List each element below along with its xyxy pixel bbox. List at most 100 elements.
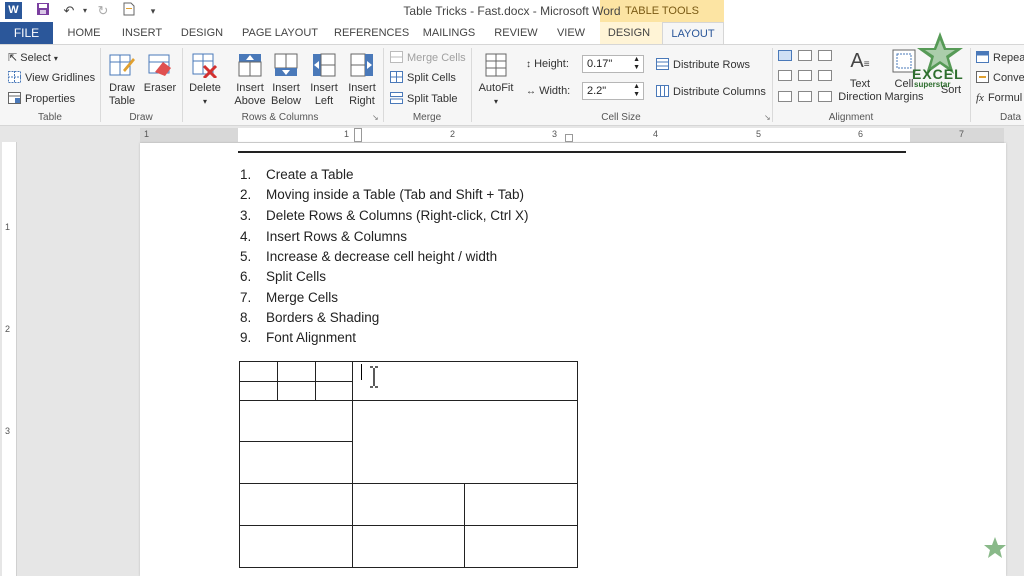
table-cell-active[interactable]: [352, 361, 578, 401]
ruler-number: 1: [144, 129, 150, 139]
merge-cells-button[interactable]: Merge Cells: [390, 51, 466, 64]
table-cell[interactable]: [352, 483, 465, 526]
table-cell[interactable]: [464, 525, 578, 568]
align-top-left-icon[interactable]: [778, 50, 792, 61]
split-table-icon: [390, 92, 403, 104]
distribute-rows-icon: [656, 58, 669, 70]
autofit-button[interactable]: AutoFit ▾: [476, 52, 516, 108]
text-direction-icon: A≡: [850, 50, 870, 72]
group-separator: [471, 48, 472, 122]
table-cell[interactable]: [239, 441, 353, 484]
convert-to-text-button[interactable]: Conver: [976, 71, 1024, 84]
list-item: 7. Merge Cells: [240, 290, 338, 305]
group-label-alignment: Alignment: [828, 112, 874, 123]
group-separator: [182, 48, 183, 122]
chevron-down-icon: ▾: [493, 97, 498, 106]
tab-references[interactable]: REFERENCES: [334, 22, 409, 44]
align-bottom-left-icon[interactable]: [778, 91, 792, 102]
formula-button[interactable]: fx Formul: [976, 92, 1022, 104]
group-label-cell-size: Cell Size: [601, 112, 641, 123]
text-caret: [361, 364, 362, 380]
group-label-draw: Draw: [129, 112, 153, 123]
insert-above-button[interactable]: Insert Above: [232, 52, 268, 108]
align-center-icon[interactable]: [798, 70, 812, 81]
list-item: 3. Delete Rows & Columns (Right-click, Ct…: [240, 208, 529, 223]
ruler-right-margin: [910, 128, 1004, 142]
group-separator: [772, 48, 773, 122]
align-bottom-center-icon[interactable]: [798, 91, 812, 102]
properties-icon: [8, 92, 21, 104]
group-label-table: Table: [38, 112, 62, 123]
ruler-number: 7: [959, 129, 965, 139]
distribute-columns-icon: [656, 85, 669, 97]
column-marker[interactable]: [354, 128, 362, 142]
list-item: 6. Split Cells: [240, 269, 326, 284]
height-value: 0.17": [587, 58, 613, 70]
table-cell[interactable]: [352, 525, 465, 568]
list-number: 1.: [240, 167, 252, 182]
align-top-right-icon[interactable]: [818, 50, 832, 61]
tab-page-layout[interactable]: PAGE LAYOUT: [240, 22, 320, 44]
table-cell[interactable]: [277, 361, 316, 382]
insert-right-label-1: Insert: [348, 82, 376, 94]
watermark-logo-icon: [982, 536, 1008, 562]
eraser-button[interactable]: Eraser: [142, 52, 178, 95]
align-bottom-right-icon[interactable]: [818, 91, 832, 102]
tab-table-layout[interactable]: LAYOUT: [662, 22, 724, 45]
column-marker[interactable]: [565, 134, 573, 142]
tab-insert[interactable]: INSERT: [118, 22, 166, 44]
repeat-header-rows-button[interactable]: Repeat: [976, 51, 1024, 64]
eraser-icon: [147, 52, 173, 78]
align-top-center-icon[interactable]: [798, 50, 812, 61]
table-cell[interactable]: [239, 525, 353, 568]
table-cell[interactable]: [352, 400, 578, 484]
split-table-button[interactable]: Split Table: [390, 92, 458, 105]
list-item: 8. Borders & Shading: [240, 310, 379, 325]
table-cell[interactable]: [315, 361, 353, 382]
rows-columns-dialog-launcher-icon[interactable]: ↘: [372, 113, 379, 122]
distribute-rows-button[interactable]: Distribute Rows: [656, 58, 750, 71]
tab-home[interactable]: HOME: [62, 22, 106, 44]
insert-right-button[interactable]: Insert Right: [344, 52, 380, 108]
table-cell[interactable]: [315, 381, 353, 401]
tab-mailings[interactable]: MAILINGS: [418, 22, 480, 44]
table-cell[interactable]: [239, 400, 353, 442]
tab-file[interactable]: FILE: [0, 22, 53, 44]
width-field[interactable]: 2.2" ▲ ▼: [582, 82, 644, 100]
insert-below-button[interactable]: Insert Below: [268, 52, 304, 108]
text-direction-button[interactable]: A≡ Text Direction: [838, 48, 882, 104]
insert-left-button[interactable]: Insert Left: [306, 52, 342, 108]
delete-button[interactable]: Delete ▾: [186, 52, 224, 108]
vertical-ruler[interactable]: 1 2 3: [2, 142, 17, 576]
ruler-number: 1: [344, 129, 350, 139]
ruler-number: 5: [756, 129, 762, 139]
list-item: 5. Increase & decrease cell height / widt…: [240, 249, 497, 264]
height-field[interactable]: 0.17" ▲ ▼: [582, 55, 644, 73]
table-cell[interactable]: [239, 381, 278, 401]
draw-table-button[interactable]: Draw Table: [104, 52, 140, 108]
select-button[interactable]: ⇱ Select ▾: [8, 51, 58, 64]
group-label-data: Data: [1000, 112, 1022, 123]
table-cell[interactable]: [464, 483, 578, 526]
distribute-columns-button[interactable]: Distribute Columns: [656, 85, 766, 98]
tab-table-design[interactable]: DESIGN: [604, 22, 654, 44]
view-gridlines-button[interactable]: View Gridlines: [8, 71, 95, 84]
table-cell[interactable]: [239, 483, 353, 526]
align-center-left-icon[interactable]: [778, 70, 792, 81]
table-cell[interactable]: [277, 381, 316, 401]
excel-superstar-logo: EXCEL superstar: [908, 30, 972, 94]
tab-view[interactable]: VIEW: [552, 22, 590, 44]
tab-design[interactable]: DESIGN: [178, 22, 226, 44]
repeat-label: Repeat: [993, 52, 1024, 64]
list-number: 8.: [240, 310, 252, 325]
ruler-number: 4: [653, 129, 659, 139]
list-number: 4.: [240, 229, 252, 244]
cell-size-dialog-launcher-icon[interactable]: ↘: [764, 113, 771, 122]
tab-review[interactable]: REVIEW: [492, 22, 540, 44]
document-table[interactable]: [239, 361, 578, 568]
properties-button[interactable]: Properties: [8, 92, 75, 105]
split-cells-button[interactable]: Split Cells: [390, 71, 456, 84]
align-center-right-icon[interactable]: [818, 70, 832, 81]
horizontal-ruler[interactable]: 1 1 2 3 4 5 6 7: [140, 128, 1004, 143]
table-cell[interactable]: [239, 361, 278, 382]
